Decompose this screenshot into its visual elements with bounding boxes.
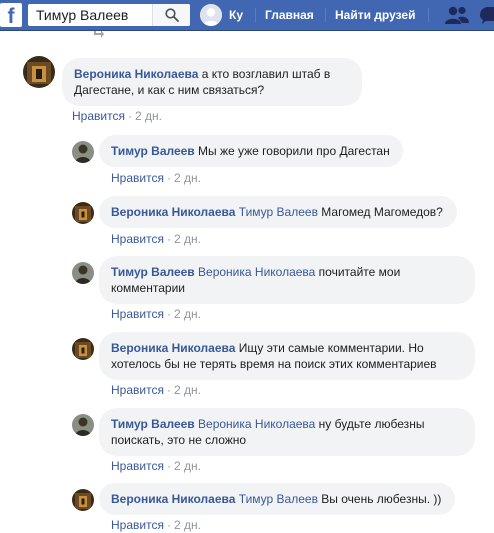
- mention-link[interactable]: Вероника Николаева: [198, 417, 315, 431]
- comment-actions: Нравится · 2 дн.: [111, 459, 201, 473]
- comment-author[interactable]: Тимур Валеев: [111, 265, 195, 279]
- separator-dot: ·: [166, 307, 171, 321]
- search-icon: [165, 8, 179, 22]
- profile-link[interactable]: Ку: [229, 8, 243, 22]
- comment-text: Мы же уже говорили про Дагестан: [194, 144, 390, 158]
- commenter-avatar[interactable]: [23, 56, 55, 88]
- mention-link[interactable]: Тимур Валеев: [239, 205, 318, 219]
- comment-text: Магомед Магомедов?: [317, 205, 443, 219]
- like-button[interactable]: Нравится: [111, 459, 164, 473]
- like-button[interactable]: Нравится: [111, 232, 164, 246]
- comment-timestamp[interactable]: 2 дн.: [174, 383, 201, 397]
- commenter-avatar[interactable]: [72, 262, 94, 284]
- comment-bubble: Тимур Валеев Мы же уже говорили про Даге…: [99, 135, 403, 167]
- comment-bubble: Тимур Валеев Вероника Николаева почитайт…: [99, 256, 475, 304]
- dark-photo-avatar-icon: [72, 202, 94, 224]
- search-button[interactable]: [152, 4, 190, 26]
- nav-divider: [255, 8, 256, 22]
- comment-actions: Нравится · 2 дн.: [111, 307, 201, 321]
- like-button[interactable]: Нравится: [111, 518, 164, 532]
- comment-timestamp[interactable]: 2 дн.: [174, 307, 201, 321]
- like-button[interactable]: Нравится: [111, 307, 164, 321]
- like-button[interactable]: Нравится: [111, 383, 164, 397]
- facebook-logo-icon[interactable]: f: [0, 3, 22, 27]
- comment-author[interactable]: Вероника Николаева: [111, 341, 235, 355]
- separator-dot: ·: [166, 383, 171, 397]
- dark-photo-avatar-icon: [23, 56, 55, 88]
- comment-actions: Нравится · 2 дн.: [111, 518, 201, 532]
- comment-timestamp[interactable]: 2 дн.: [174, 171, 201, 185]
- comment-bubble: Тимур Валеев Вероника Николаева ну будьт…: [99, 408, 475, 456]
- separator-dot: ·: [166, 459, 171, 473]
- commenter-avatar[interactable]: [72, 489, 94, 511]
- comment-actions: Нравится · 2 дн.: [111, 171, 201, 185]
- man-photo-avatar-icon: [72, 141, 94, 163]
- commenter-avatar[interactable]: [72, 414, 94, 436]
- dark-photo-avatar-icon: [72, 338, 94, 360]
- comment-bubble: Вероника Николаева Тимур Валеев Магомед …: [99, 196, 457, 228]
- comment-author[interactable]: Вероника Николаева: [111, 492, 235, 506]
- comment-actions: Нравится · 2 дн.: [111, 232, 201, 246]
- commenter-avatar[interactable]: [72, 338, 94, 360]
- separator-dot: ·: [166, 171, 171, 185]
- commenter-avatar[interactable]: [72, 141, 94, 163]
- comment-timestamp[interactable]: 2 дн.: [135, 109, 162, 123]
- default-user-icon: [200, 4, 222, 26]
- search-box: [28, 4, 190, 26]
- comment-timestamp[interactable]: 2 дн.: [174, 232, 201, 246]
- man-photo-avatar-icon: [72, 262, 94, 284]
- mention-link[interactable]: Вероника Николаева: [198, 265, 315, 279]
- friend-requests-icon[interactable]: [444, 5, 470, 25]
- comment-bubble: Вероника Николаева Тимур Валеев Вы очень…: [99, 483, 455, 515]
- dark-photo-avatar-icon: [72, 489, 94, 511]
- like-button[interactable]: Нравится: [72, 109, 125, 123]
- comment-bubble: Вероника Николаева Ищу эти самые коммент…: [99, 332, 475, 380]
- separator-dot: ·: [166, 518, 171, 532]
- find-friends-link[interactable]: Найти друзей: [335, 8, 415, 22]
- comment-author[interactable]: Тимур Валеев: [111, 417, 195, 431]
- comment-actions: Нравится · 2 дн.: [72, 109, 162, 123]
- search-input[interactable]: [28, 4, 166, 26]
- messenger-icon[interactable]: [478, 5, 494, 25]
- comment-author[interactable]: Вероника Николаева: [111, 205, 235, 219]
- separator-dot: ·: [127, 109, 132, 123]
- commenter-avatar[interactable]: [72, 202, 94, 224]
- home-link[interactable]: Главная: [265, 8, 314, 22]
- like-button[interactable]: Нравится: [111, 171, 164, 185]
- reply-arrow-icon: [94, 29, 104, 38]
- nav-divider: [428, 8, 429, 22]
- comment-text: Вы очень любезны. )): [317, 492, 442, 506]
- man-photo-avatar-icon: [72, 414, 94, 436]
- comment-author[interactable]: Вероника Николаева: [74, 67, 198, 81]
- profile-avatar[interactable]: [200, 4, 222, 26]
- scrolled-reply-row: [94, 26, 334, 40]
- comment-author[interactable]: Тимур Валеев: [111, 144, 195, 158]
- comment-bubble: Вероника Николаева а кто возглавил штаб …: [62, 58, 362, 106]
- comment-actions: Нравится · 2 дн.: [111, 383, 201, 397]
- separator-dot: ·: [166, 232, 171, 246]
- comment-timestamp[interactable]: 2 дн.: [174, 459, 201, 473]
- comment-timestamp[interactable]: 2 дн.: [174, 518, 201, 532]
- nav-divider: [325, 8, 326, 22]
- mention-link[interactable]: Тимур Валеев: [239, 492, 318, 506]
